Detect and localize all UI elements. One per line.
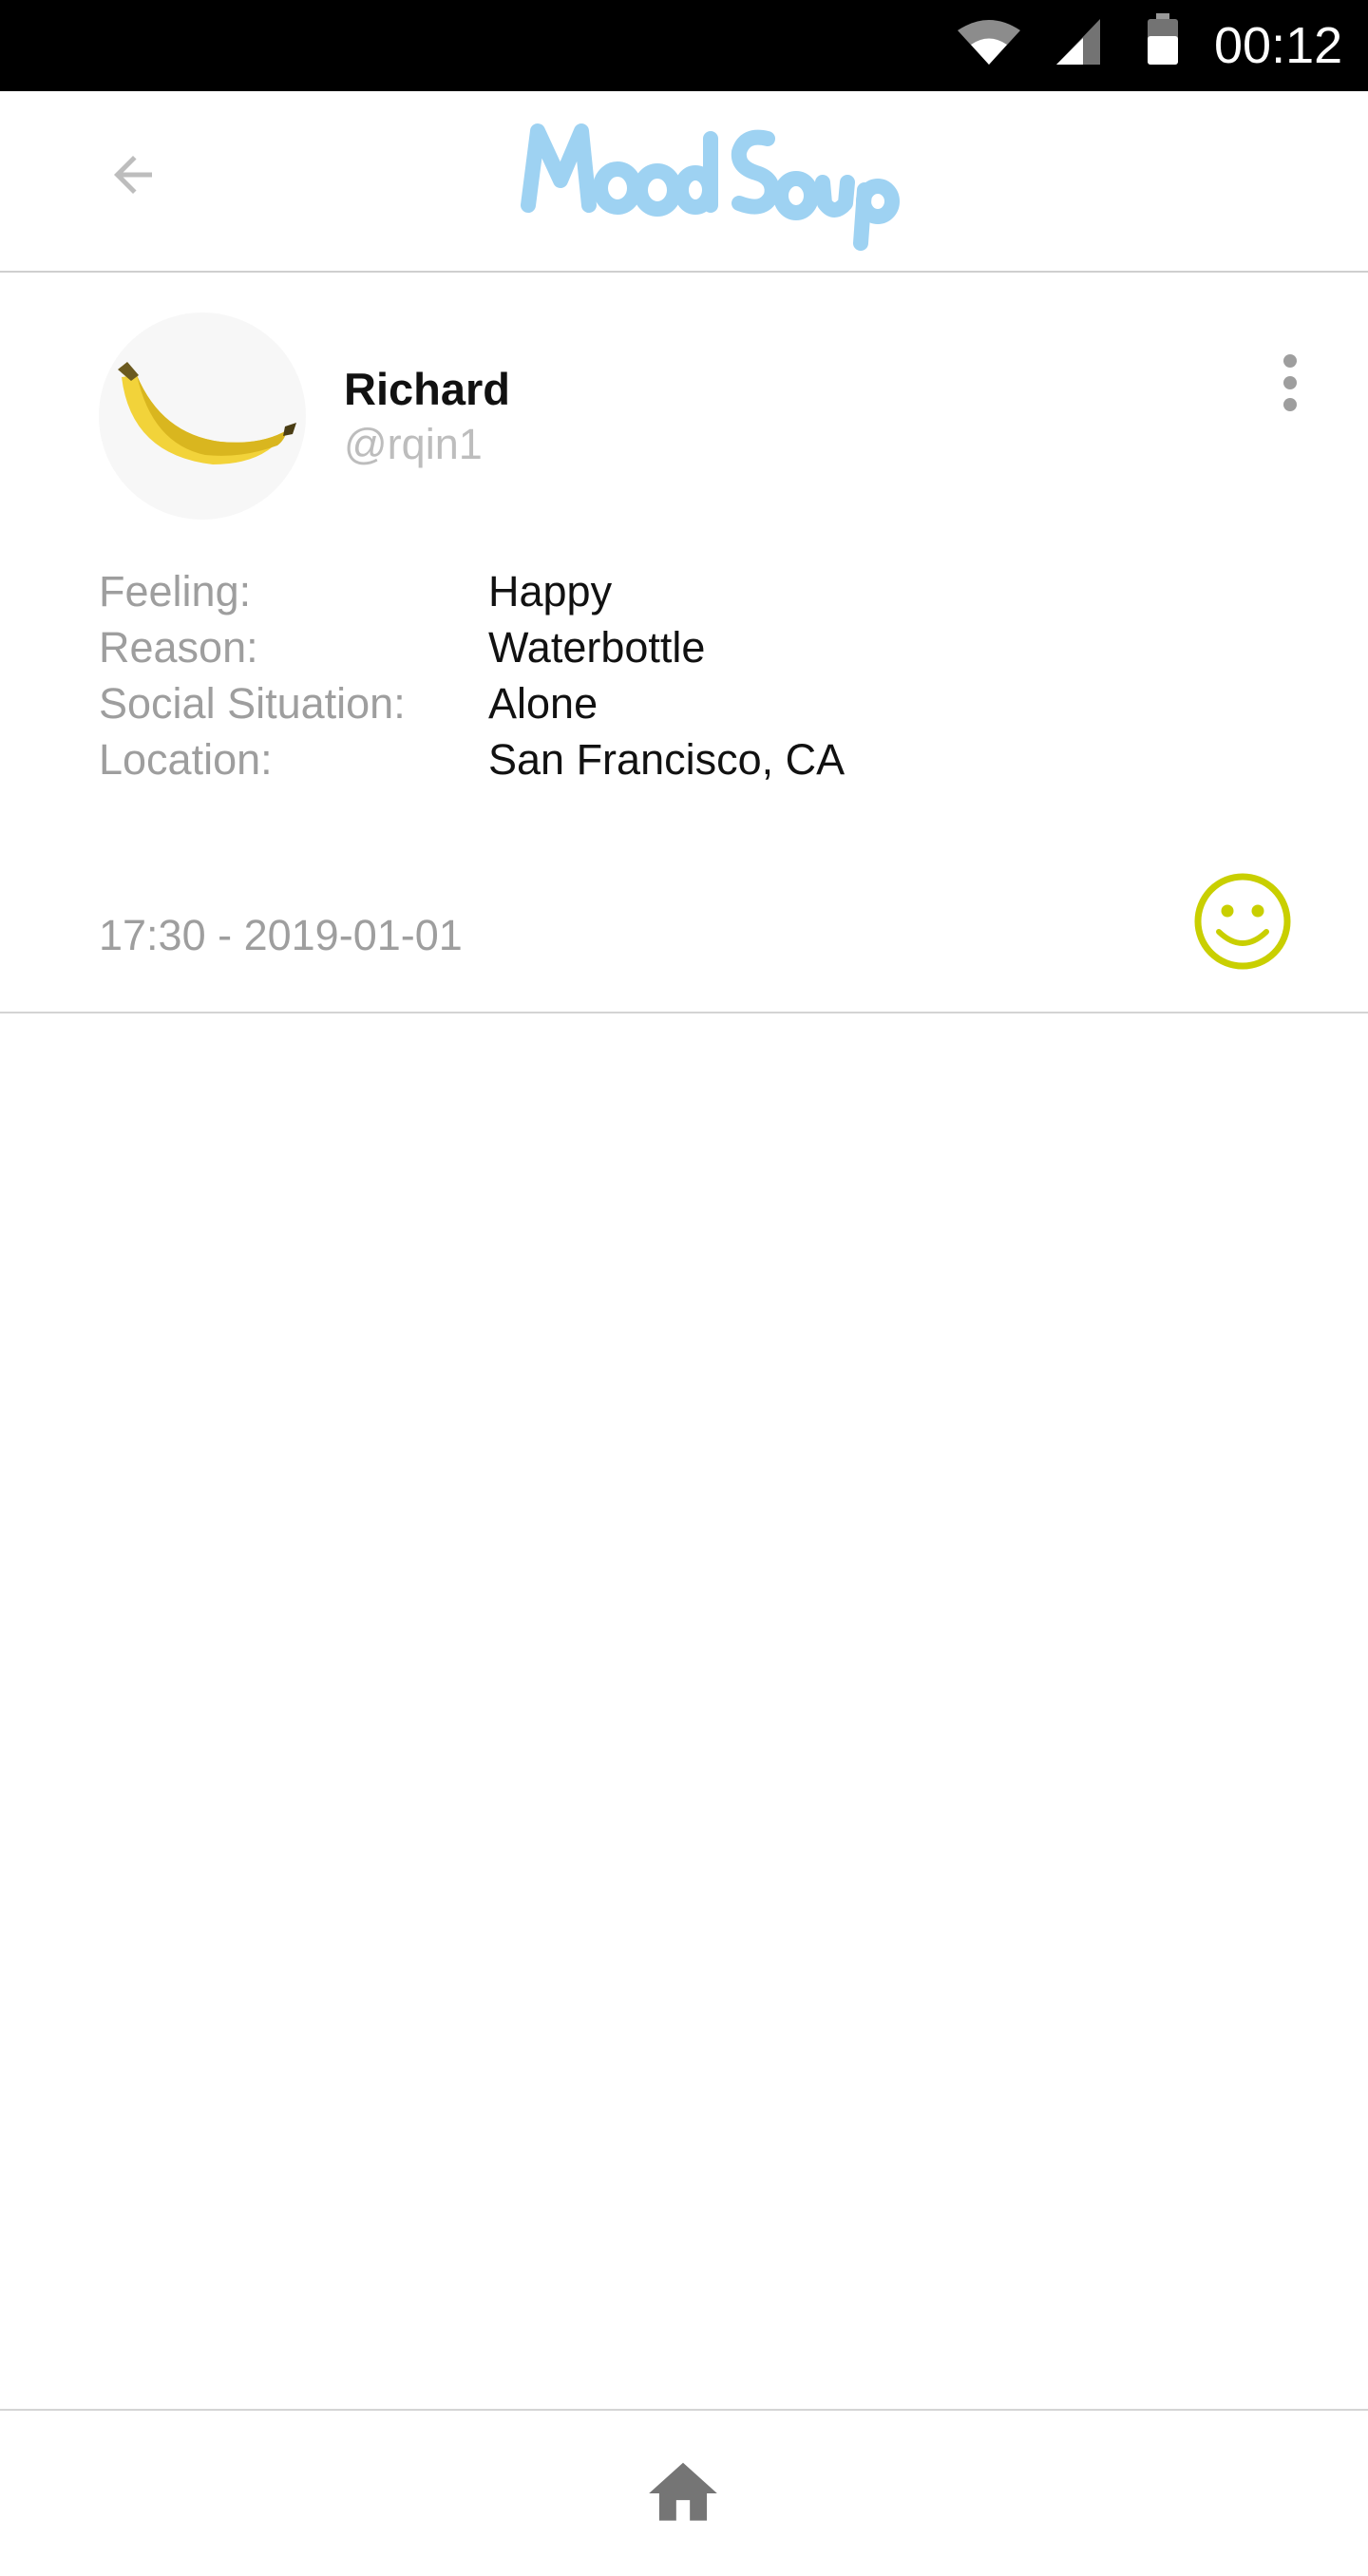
status-time: 00:12 [1214,17,1343,74]
detail-label: Location: [99,735,273,784]
battery-icon [1146,13,1180,71]
status-bar: 00:12 [0,0,1368,91]
arrow-left-icon [114,156,152,194]
bottom-navigation [0,2409,1368,2576]
mood-post-card: Richard @rqin1 Feeling: Happy Reason: Wa… [0,273,1368,1013]
user-handle: @rqin1 [344,420,483,468]
detail-row-social-situation: Social Situation: Alone [99,677,1144,733]
detail-row-location: Location: San Francisco, CA [99,733,1144,789]
detail-row-reason: Reason: Waterbottle [99,621,1144,677]
home-icon [649,2462,717,2521]
cell-signal-icon [1054,17,1102,71]
detail-label: Reason: [99,623,258,672]
detail-value: Alone [488,679,598,728]
app-bar [0,91,1368,273]
wifi-icon [956,17,1022,71]
detail-row-feeling: Feeling: Happy [99,565,1144,621]
detail-value: San Francisco, CA [488,735,846,784]
more-options-button[interactable] [1262,350,1319,426]
banana-image [118,362,296,464]
detail-value: Happy [488,567,613,616]
detail-label: Feeling: [99,567,252,616]
mood-details: Feeling: Happy Reason: Waterbottle Socia… [99,565,1144,789]
user-name[interactable]: Richard [344,363,510,415]
mood-detail-screen: 00:12 Richard @rqin1 Feeling: Happy Reas… [0,0,1368,2576]
back-button[interactable] [87,129,179,220]
home-button[interactable] [642,2453,724,2534]
post-timestamp: 17:30 - 2019-01-01 [99,911,463,959]
detail-label: Social Situation: [99,679,406,728]
avatar[interactable] [99,313,306,520]
smiley-face-icon [1192,871,1293,972]
detail-value: Waterbottle [488,623,706,672]
app-logo [513,110,902,253]
